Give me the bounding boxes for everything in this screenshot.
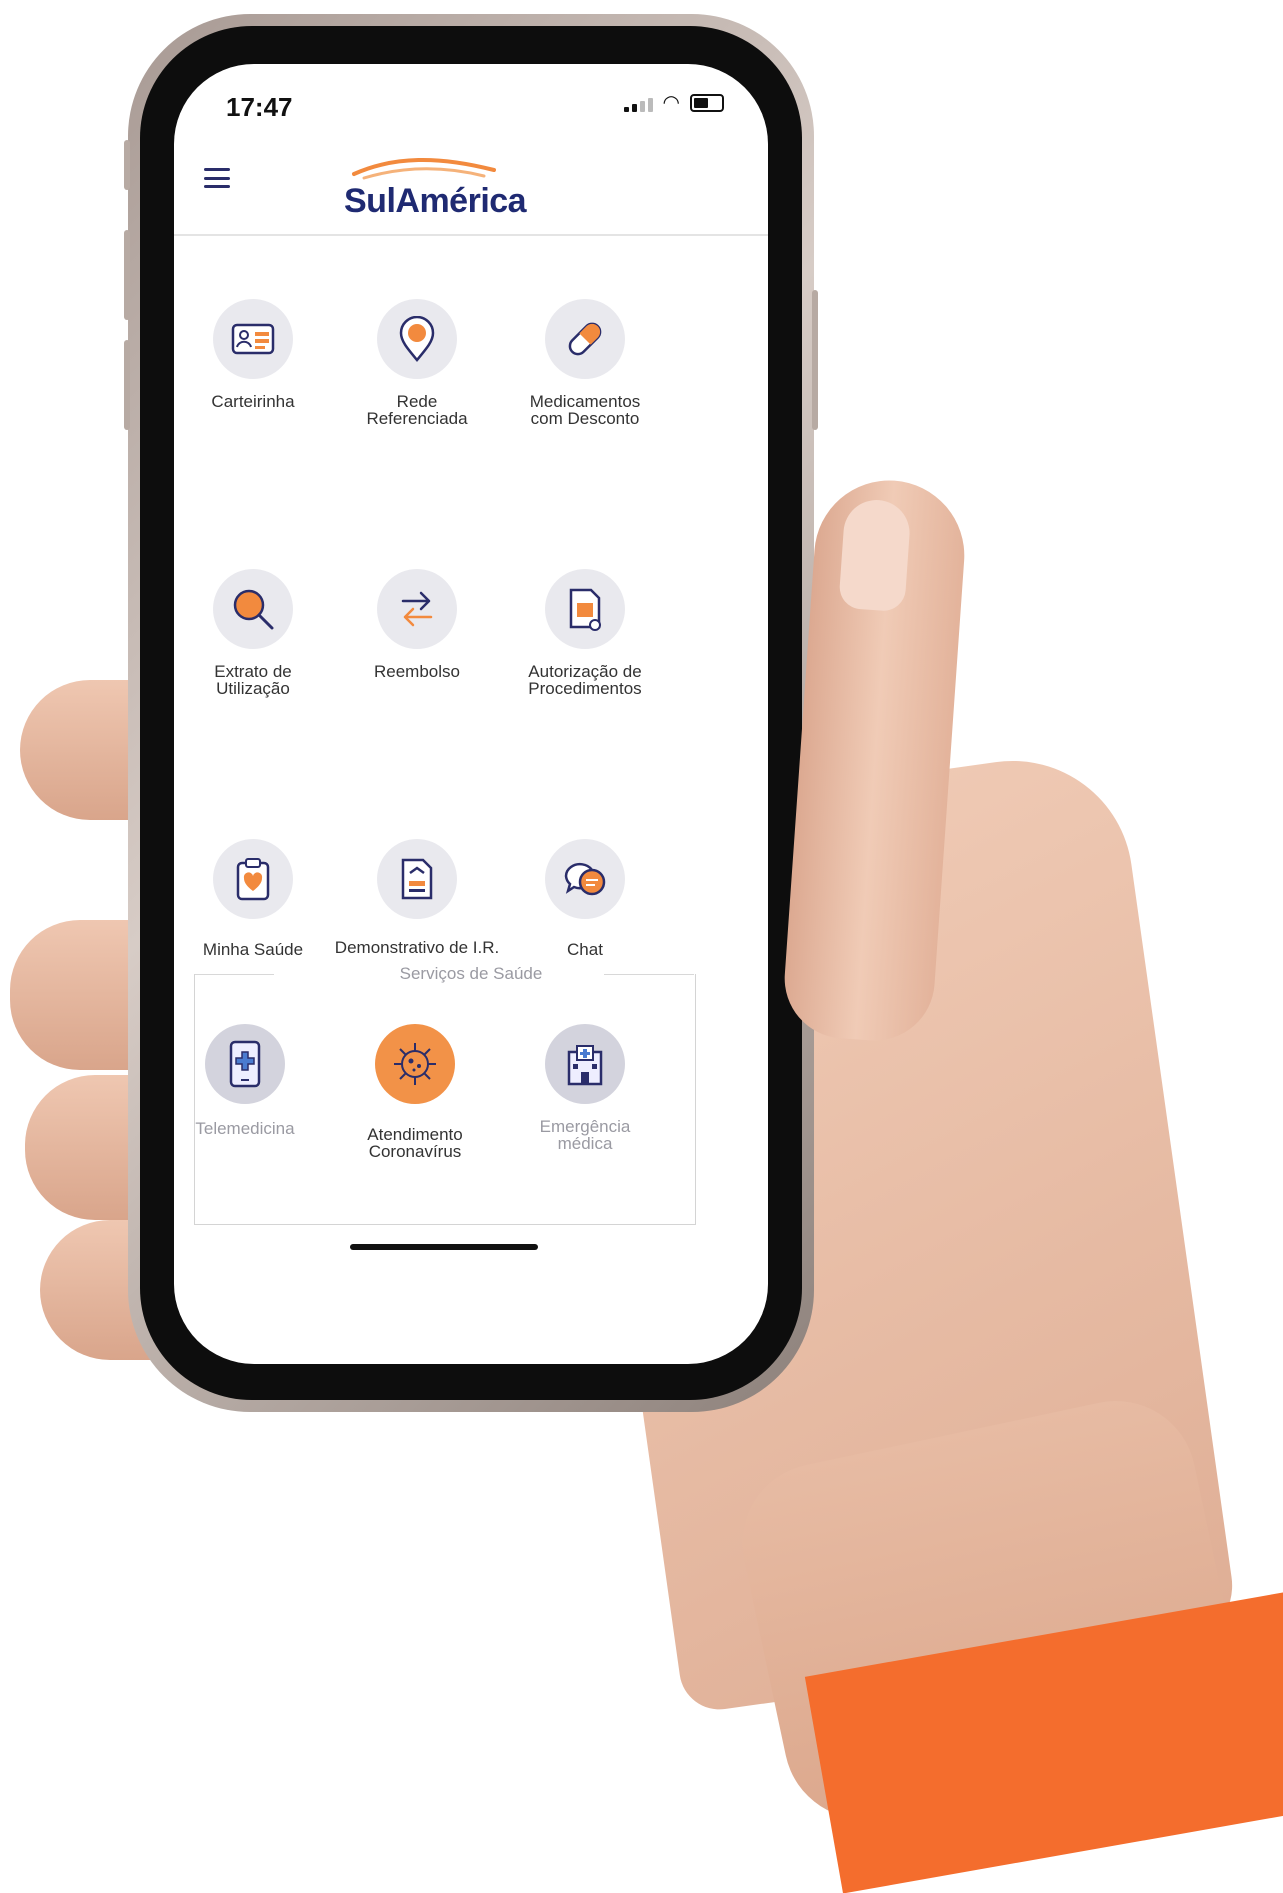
- id-card-icon: [231, 323, 275, 355]
- icon-circle: [377, 839, 457, 919]
- menu-item-label: Reembolso: [374, 662, 460, 681]
- transfer-arrows-icon: [401, 591, 433, 627]
- status-icons: ◠: [623, 92, 724, 114]
- pill-icon: [568, 322, 602, 356]
- power-button: [812, 290, 818, 430]
- status-bar: 17:47 ◠: [174, 64, 768, 130]
- volume-button: [124, 230, 130, 320]
- icon-circle: [377, 299, 457, 379]
- service-label: Emergência médica: [539, 1117, 631, 1153]
- menu-item-rede-referenciada[interactable]: Rede Referenciada: [322, 299, 512, 427]
- menu-item-label: Chat: [567, 940, 603, 959]
- clipboard-heart-icon: [236, 858, 270, 901]
- hamburger-menu-icon[interactable]: [204, 168, 230, 188]
- icon-circle: [205, 1024, 285, 1104]
- menu-item-medicamentos[interactable]: Medicamentos com Desconto: [490, 299, 680, 427]
- virus-icon: [394, 1043, 436, 1085]
- service-atendimento-coronavirus[interactable]: Atendimento Coronavírus: [320, 1024, 510, 1160]
- side-button: [124, 140, 130, 190]
- menu-item-reembolso[interactable]: Reembolso: [322, 569, 512, 680]
- menu-item-autorizacao[interactable]: Autorização de Procedimentos: [490, 569, 680, 697]
- brand-logo: SulAmérica: [344, 152, 527, 222]
- wifi-icon: ◠: [662, 92, 680, 114]
- document-check-icon: [569, 588, 601, 631]
- menu-item-label: Extrato de Utilização: [214, 662, 292, 698]
- phone-screen: 17:47 ◠ SulAmérica Carteirinha Rede Refe…: [174, 64, 768, 1364]
- battery-icon: [690, 94, 724, 112]
- home-indicator[interactable]: [350, 1244, 538, 1250]
- icon-circle: [213, 299, 293, 379]
- chat-bubbles-icon: [564, 862, 606, 896]
- icon-circle: [213, 569, 293, 649]
- brand-name: SulAmérica: [344, 182, 527, 220]
- icon-circle: [545, 1024, 625, 1104]
- menu-item-label: Rede Referenciada: [366, 392, 468, 428]
- menu-item-chat[interactable]: Chat: [490, 839, 680, 958]
- menu-item-demonstrativo-ir[interactable]: Demonstrativo de I.R.: [322, 839, 512, 956]
- menu-item-label: Minha Saúde: [202, 940, 304, 959]
- volume-button: [124, 340, 130, 430]
- menu-item-label: Carteirinha: [211, 392, 295, 411]
- service-emergencia-medica[interactable]: Emergência médica: [490, 1024, 680, 1152]
- service-telemedicina[interactable]: Telemedicina: [174, 1024, 340, 1137]
- icon-circle: [375, 1024, 455, 1104]
- signal-icon: [623, 98, 653, 112]
- app-header: SulAmérica: [174, 130, 768, 236]
- icon-circle: [545, 569, 625, 649]
- menu-item-label: Medicamentos com Desconto: [529, 392, 641, 428]
- status-time: 17:47: [226, 92, 293, 122]
- logo-wave-icon: [352, 157, 496, 180]
- service-label: Atendimento Coronavírus: [367, 1125, 463, 1161]
- service-label: Telemedicina: [195, 1119, 295, 1138]
- thumb-nail: [838, 497, 912, 613]
- menu-item-label: Demonstrativo de I.R.: [334, 938, 500, 957]
- icon-circle: [377, 569, 457, 649]
- icon-circle: [545, 299, 625, 379]
- icon-circle: [213, 839, 293, 919]
- document-graph-icon: [401, 858, 433, 900]
- menu-item-label: Autorização de Procedimentos: [528, 662, 642, 698]
- hospital-icon: [567, 1045, 603, 1086]
- icon-circle: [545, 839, 625, 919]
- phone-medical-icon: [229, 1040, 261, 1088]
- search-icon: [233, 589, 274, 630]
- map-pin-icon: [399, 316, 435, 362]
